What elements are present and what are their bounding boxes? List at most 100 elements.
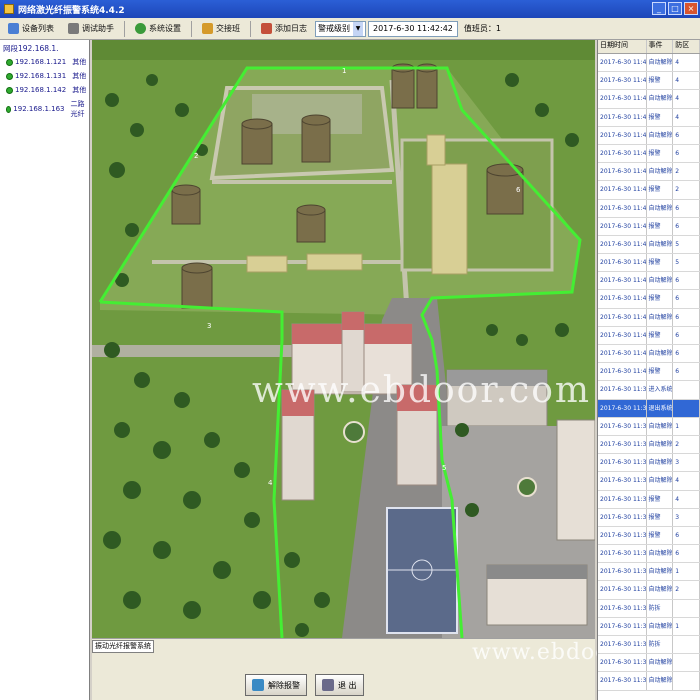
event-log-row[interactable]: 2017-6-30 11:36 报警 6 (598, 526, 700, 546)
event-type-cell: 自动解除 (647, 581, 674, 599)
svg-text:1: 1 (342, 67, 346, 75)
event-type-cell: 报警 (647, 108, 674, 126)
event-type-cell: 自动解除 (647, 345, 674, 363)
svg-text:4: 4 (268, 479, 273, 487)
event-type-cell: 自动解除 (647, 308, 674, 326)
event-log-row[interactable]: 2017-6-30 11:36 报警 3 (598, 508, 700, 527)
event-log-row[interactable]: 2017-6-30 11:41 报警 6 (598, 217, 700, 236)
device-item[interactable]: 192.168.1.142 其他 (0, 83, 89, 97)
event-log-row[interactable]: 2017-6-30 11:42 自动解除 4 (598, 90, 700, 109)
maximize-button[interactable]: □ (668, 2, 682, 15)
event-zone-cell: 4 (673, 54, 700, 72)
event-log-row[interactable]: 2017-6-30 11:40 自动解除 6 (598, 345, 700, 364)
event-datetime-cell: 2017-6-30 11:42 (598, 54, 647, 72)
event-log-row[interactable]: 2017-6-30 11:37 进入系统 (598, 381, 700, 400)
event-log-row[interactable]: 2017-6-30 11:41 自动解除 5 (598, 235, 700, 255)
watermark-text: www.ebdoor.com (252, 370, 592, 411)
event-log-row[interactable]: 2017-6-30 11:35 防拆 (598, 599, 700, 618)
event-datetime-cell: 2017-6-30 11:41 (598, 199, 647, 217)
event-zone-cell: 1 (673, 617, 700, 635)
event-datetime-cell: 2017-6-30 11:37 (598, 417, 647, 435)
device-list-button[interactable]: 设备列表 (2, 20, 60, 38)
event-log-row[interactable]: 2017-6-30 11:37 自动解除 1 (598, 417, 700, 436)
debug-assist-button[interactable]: 调试助手 (62, 20, 120, 38)
event-log-row[interactable]: 2017-6-30 11:35 防拆 (598, 636, 700, 655)
release-alarm-button[interactable]: 解除报警 (245, 674, 307, 696)
event-log-row[interactable]: 2017-6-30 11:35 自动解除 1 (598, 563, 700, 582)
event-type-cell: 自动解除 (647, 417, 674, 435)
event-zone-cell: 6 (673, 345, 700, 363)
close-button[interactable]: × (684, 2, 698, 15)
minimize-button[interactable]: _ (652, 2, 666, 15)
event-zone-cell (673, 381, 700, 399)
event-zone-cell: 1 (673, 563, 700, 581)
shift-change-button[interactable]: 交接班 (196, 20, 246, 38)
event-log-row[interactable]: 2017-6-30 11:42 报警 4 (598, 72, 700, 91)
event-log-row[interactable]: 2017-6-30 11:40 自动解除 6 (598, 308, 700, 327)
event-datetime-cell: 2017-6-30 11:37 (598, 399, 647, 417)
event-log-row[interactable]: 2017-6-30 11:41 自动解除 6 (598, 126, 700, 145)
event-type-cell: 自动解除 (647, 54, 674, 72)
event-zone-cell: 4 (673, 72, 700, 90)
column-header-zone[interactable]: 防区 (673, 40, 700, 53)
device-tree-root[interactable]: 网段192.168.1. (0, 42, 89, 55)
exit-button[interactable]: 退 出 (315, 674, 364, 696)
event-type-cell: 自动解除 (647, 472, 674, 490)
event-log-row[interactable]: 2017-6-30 11:40 报警 6 (598, 363, 700, 382)
event-log-row[interactable]: 2017-6-30 11:41 报警 6 (598, 144, 700, 164)
event-log-row[interactable]: 2017-6-30 11:37 自动解除 4 (598, 472, 700, 491)
event-zone-cell (673, 654, 700, 672)
device-item[interactable]: 192.168.1.121 其他 (0, 55, 89, 69)
column-header-datetime[interactable]: 日期时间 (598, 40, 647, 53)
datetime-display: 2017-6-30 11:42:42 (368, 20, 458, 37)
duty-officer-label: 值班员：1 (463, 24, 501, 33)
event-zone-cell: 4 (673, 108, 700, 126)
event-log-row[interactable]: 2017-6-30 11:36 自动解除 6 (598, 545, 700, 564)
event-log-row[interactable]: 2017-6-30 11:37 自动解除 2 (598, 435, 700, 455)
event-log-row[interactable]: 2017-6-30 11:37 退出系统 (598, 399, 700, 418)
chevron-down-icon[interactable]: ▼ (353, 21, 363, 36)
site-map-view[interactable]: 1 2 3 4 5 6 www.ebdoor.com (92, 40, 595, 638)
event-log-row[interactable]: 2017-6-30 11:41 自动解除 6 (598, 199, 700, 218)
event-log-row[interactable]: 2017-6-30 11:35 自动解除 (598, 672, 700, 691)
device-item[interactable]: 192.168.1.131 其他 (0, 69, 89, 83)
event-zone-cell (673, 636, 700, 654)
device-online-icon (6, 58, 13, 66)
event-log-row[interactable]: 2017-6-30 11:41 报警 4 (598, 108, 700, 127)
event-log-row[interactable]: 2017-6-30 11:40 报警 5 (598, 254, 700, 273)
event-log-row[interactable]: 2017-6-30 11:41 自动解除 2 (598, 163, 700, 182)
event-zone-cell: 6 (673, 526, 700, 545)
event-log-row[interactable]: 2017-6-30 11:36 报警 4 (598, 490, 700, 509)
event-log-row[interactable]: 2017-6-30 11:35 自动解除 2 (598, 581, 700, 600)
event-log-row[interactable]: 2017-6-30 11:40 报警 6 (598, 290, 700, 309)
event-datetime-cell: 2017-6-30 11:37 (598, 472, 647, 490)
pencil-icon (261, 23, 272, 34)
event-type-cell: 自动解除 (647, 126, 674, 144)
system-settings-button[interactable]: 系统设置 (129, 20, 187, 38)
event-type-cell: 报警 (647, 363, 674, 381)
shift-change-icon (202, 23, 213, 34)
event-log-row[interactable]: 2017-6-30 11:37 自动解除 3 (598, 454, 700, 473)
device-item[interactable]: 192.168.1.163 二路光纤 (0, 97, 89, 121)
event-log-row[interactable]: 2017-6-30 11:35 自动解除 (598, 654, 700, 673)
event-log-row[interactable]: 2017-6-30 11:40 自动解除 6 (598, 272, 700, 291)
event-type-cell: 自动解除 (647, 199, 674, 217)
event-type-cell: 自动解除 (647, 435, 674, 454)
column-header-event[interactable]: 事件 (647, 40, 674, 53)
alarm-level-select[interactable]: 警戒级别 ▼ (315, 20, 366, 37)
event-type-cell: 自动解除 (647, 545, 674, 563)
event-zone-cell: 1 (673, 417, 700, 435)
svg-text:6: 6 (516, 186, 521, 194)
add-log-button[interactable]: 添加日志 (255, 20, 313, 38)
event-type-cell: 退出系统 (647, 399, 674, 417)
event-zone-cell: 6 (673, 363, 700, 381)
event-datetime-cell: 2017-6-30 11:36 (598, 545, 647, 563)
window-title: 网络激光纤振警系统4.4.2 (18, 5, 125, 16)
svg-text:3: 3 (207, 322, 211, 330)
event-log-row[interactable]: 2017-6-30 11:40 报警 6 (598, 326, 700, 345)
event-type-cell: 自动解除 (647, 563, 674, 581)
event-log-row[interactable]: 2017-6-30 11:41 报警 2 (598, 181, 700, 200)
event-log-row[interactable]: 2017-6-30 11:35 自动解除 1 (598, 617, 700, 636)
event-log-row[interactable]: 2017-6-30 11:42 自动解除 4 (598, 54, 700, 73)
exit-icon (322, 679, 334, 691)
